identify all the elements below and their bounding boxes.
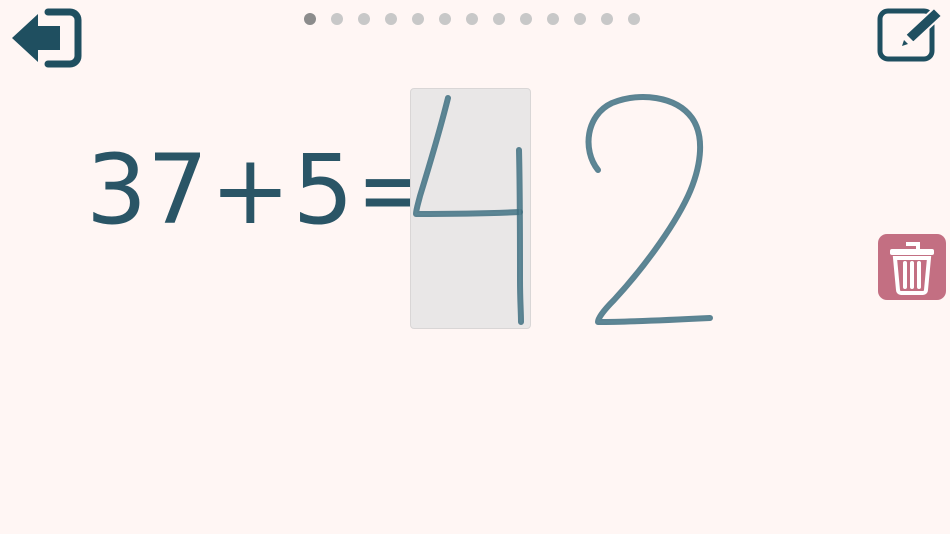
clear-button[interactable]	[878, 234, 946, 300]
trash-can-icon	[890, 242, 934, 295]
math-worksheet-screen: 37+5=4	[0, 0, 950, 534]
handwritten-digit-2	[585, 94, 713, 325]
handwriting-canvas[interactable]	[0, 0, 950, 534]
handwritten-digit-4	[413, 95, 524, 325]
